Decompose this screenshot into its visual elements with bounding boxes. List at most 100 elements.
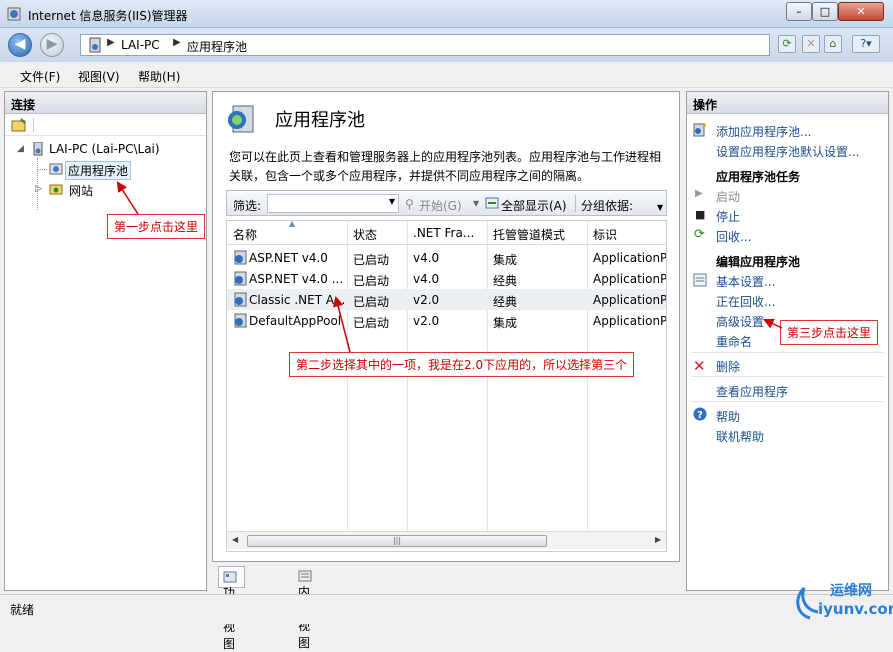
app-pools-table: 名称 ▲ 状态 .NET Fra... 托管管道模式 标识 ASP.NET v4… bbox=[226, 220, 667, 552]
app-pool-icon bbox=[234, 271, 247, 286]
window-title: Internet 信息服务(IIS)管理器 bbox=[28, 9, 188, 23]
recycling-link[interactable]: 正在回收... bbox=[716, 293, 775, 310]
status-text: 就绪 bbox=[10, 603, 35, 617]
column-status[interactable]: 状态 bbox=[353, 226, 377, 243]
cell-identity: ApplicationPo bbox=[593, 272, 667, 286]
expand-icon[interactable]: ▷ bbox=[35, 184, 42, 194]
cell-name: ASP.NET v4.0 bbox=[249, 251, 328, 265]
tab-content-view[interactable]: 内容视图 bbox=[294, 566, 319, 650]
scroll-right-icon[interactable]: ▶ bbox=[655, 535, 661, 544]
forward-button[interactable]: ▶ bbox=[40, 33, 64, 57]
collapse-icon[interactable]: ◢ bbox=[17, 144, 24, 154]
column-name[interactable]: 名称 bbox=[233, 226, 257, 243]
menu-view[interactable]: 视图(V) bbox=[78, 68, 120, 85]
scrollbar-thumb[interactable]: ||| bbox=[247, 535, 547, 547]
menu-help[interactable]: 帮助(H) bbox=[138, 68, 180, 85]
basic-settings-icon bbox=[693, 273, 707, 287]
connections-toolbar bbox=[5, 114, 206, 136]
chevron-right-icon: ▶ bbox=[173, 37, 181, 48]
svg-text:?: ? bbox=[697, 410, 703, 421]
cell-status: 已启动 bbox=[353, 253, 390, 267]
recycle-icon: ⟳ bbox=[694, 227, 705, 242]
watermark: 运维网 iyunv.com bbox=[790, 578, 893, 622]
show-all-button[interactable]: 全部显示(A) bbox=[501, 197, 567, 214]
tree-item-sites[interactable]: 网站 bbox=[69, 182, 93, 199]
start-filter-button[interactable]: 开始(G) bbox=[419, 197, 462, 214]
stop-icon: ■ bbox=[695, 208, 706, 221]
app-pools-page: 应用程序池 您可以在此页上查看和管理服务器上的应用程序池列表。应用程序池与工作进… bbox=[212, 91, 680, 562]
add-app-pool-link[interactable]: 添加应用程序池... bbox=[716, 123, 811, 140]
title-bar: Internet 信息服务(IIS)管理器 – □ ✕ bbox=[0, 0, 893, 28]
menu-bar: 文件(F) 视图(V) 帮助(H) bbox=[0, 62, 893, 88]
group-by-label[interactable]: 分组依据: bbox=[581, 197, 633, 214]
column-pipeline-mode[interactable]: 托管管道模式 bbox=[493, 226, 565, 243]
recycle-link[interactable]: 回收... bbox=[716, 228, 751, 245]
start-icon: ▶ bbox=[695, 188, 703, 199]
tree-item-server[interactable]: LAI-PC (Lai-PC\Lai) bbox=[49, 142, 160, 156]
stop-link[interactable]: 停止 bbox=[716, 208, 740, 225]
scroll-left-icon[interactable]: ◀ bbox=[232, 535, 238, 544]
menu-file[interactable]: 文件(F) bbox=[20, 68, 60, 85]
maximize-button[interactable]: □ bbox=[812, 2, 838, 21]
table-row-selected[interactable]: Classic .NET A... 已启动 v2.0 经典 Applicatio… bbox=[227, 289, 666, 310]
cell-net-version: v2.0 bbox=[413, 314, 440, 328]
rename-link[interactable]: 重命名 bbox=[716, 333, 752, 350]
cell-pipeline: 经典 bbox=[493, 295, 518, 309]
section-divider bbox=[691, 352, 884, 353]
set-defaults-link[interactable]: 设置应用程序池默认设置... bbox=[716, 143, 859, 160]
server-icon bbox=[89, 37, 101, 53]
help-link[interactable]: 帮助 bbox=[716, 408, 740, 425]
filter-label: 筛选: bbox=[233, 199, 262, 213]
tab-features-view[interactable]: 功能视图 bbox=[218, 566, 245, 651]
minimize-button[interactable]: – bbox=[786, 2, 812, 21]
sites-folder-icon bbox=[49, 184, 63, 195]
sort-ascending-icon: ▲ bbox=[289, 220, 296, 228]
online-help-link[interactable]: 联机帮助 bbox=[716, 428, 764, 445]
chevron-right-icon: ▶ bbox=[107, 37, 115, 48]
chevron-down-icon: ▼ bbox=[473, 199, 480, 208]
table-row[interactable]: ASP.NET v4.0 ... 已启动 v4.0 经典 Application… bbox=[227, 268, 667, 289]
address-bar[interactable]: ▶ LAI-PC ▶ 应用程序池 bbox=[80, 34, 770, 56]
edit-app-pool-heading: 编辑应用程序池 bbox=[716, 255, 801, 269]
add-app-pool-icon bbox=[693, 123, 706, 137]
start-link[interactable]: 启动 bbox=[716, 188, 740, 205]
filter-bar: 筛选: ▼ ⚲ 开始(G) ▼ 全部显示(A) 分组依据: ▼ bbox=[226, 190, 667, 216]
basic-settings-link[interactable]: 基本设置... bbox=[716, 273, 775, 290]
breadcrumb-app-pools[interactable]: 应用程序池 bbox=[187, 38, 247, 55]
table-row[interactable]: ASP.NET v4.0 已启动 v4.0 集成 ApplicationPo bbox=[227, 247, 666, 268]
help-icon[interactable]: ?▾ bbox=[852, 35, 880, 53]
chevron-down-icon: ▼ bbox=[388, 197, 395, 206]
cell-net-version: v4.0 bbox=[413, 272, 440, 286]
table-header: 名称 ▲ 状态 .NET Fra... 托管管道模式 标识 bbox=[227, 220, 666, 245]
features-view-icon bbox=[223, 571, 237, 583]
app-pool-icon bbox=[234, 250, 247, 265]
refresh-icon[interactable]: ⟳ bbox=[778, 35, 796, 53]
page-description: 您可以在此页上查看和管理服务器上的应用程序池列表。应用程序池与工作进程相关联，包… bbox=[229, 150, 662, 183]
table-row[interactable]: DefaultAppPool 已启动 v2.0 集成 ApplicationPo bbox=[227, 310, 666, 331]
chevron-down-icon[interactable]: ▼ bbox=[657, 203, 663, 212]
cell-pipeline: 经典 bbox=[493, 274, 518, 288]
delete-link[interactable]: 删除 bbox=[716, 358, 740, 375]
app-pool-icon bbox=[49, 163, 63, 175]
breadcrumb-server[interactable]: LAI-PC bbox=[121, 38, 160, 52]
advanced-settings-link[interactable]: 高级设置 bbox=[716, 313, 764, 330]
app-pool-icon bbox=[234, 292, 247, 307]
tree-line bbox=[38, 169, 47, 170]
filter-input[interactable]: ▼ bbox=[267, 194, 399, 213]
filter-divider bbox=[575, 195, 576, 212]
column-net-framework[interactable]: .NET Fra... bbox=[413, 226, 474, 240]
view-applications-link[interactable]: 查看应用程序 bbox=[716, 383, 788, 400]
show-all-icon bbox=[485, 197, 499, 209]
cell-name: Classic .NET A... bbox=[249, 293, 345, 307]
connect-icon[interactable] bbox=[11, 118, 27, 132]
toolbar-divider bbox=[33, 118, 34, 132]
connections-panel: 连接 ◢ LAI-PC (Lai-PC\Lai) 应用程序池 ▷ 网站 bbox=[4, 91, 207, 591]
stop-icon[interactable]: ✕ bbox=[802, 35, 820, 53]
home-icon[interactable]: ⌂ bbox=[824, 35, 842, 53]
column-identity[interactable]: 标识 bbox=[593, 226, 617, 243]
app-pools-heading-icon bbox=[228, 105, 254, 133]
back-button[interactable]: ◀ bbox=[8, 33, 32, 57]
tree-item-app-pools[interactable]: 应用程序池 bbox=[65, 161, 132, 180]
horizontal-scrollbar[interactable]: ◀ ||| ▶ bbox=[227, 531, 666, 549]
close-button[interactable]: ✕ bbox=[838, 2, 884, 21]
